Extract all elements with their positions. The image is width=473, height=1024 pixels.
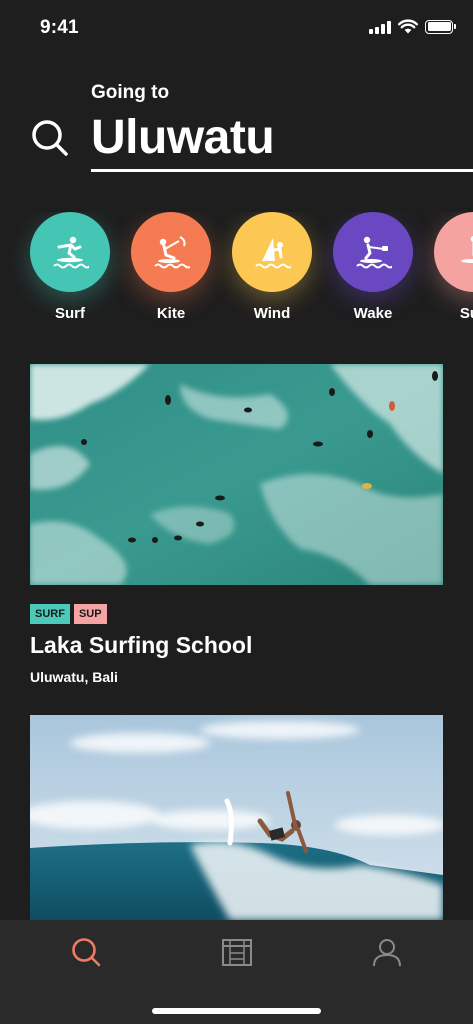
listing-title[interactable]: Laka Surfing School [30, 632, 443, 659]
tab-search[interactable] [66, 932, 106, 972]
listing-tags: SURF SUP [30, 604, 443, 624]
kitesurfer-icon [131, 212, 211, 292]
status-bar: 9:41 [0, 0, 473, 56]
listing-card[interactable] [30, 715, 443, 920]
category-label: Wake [353, 305, 393, 322]
search-icon[interactable] [71, 937, 101, 967]
bookings-icon[interactable] [221, 937, 253, 967]
category-label: Sup [459, 305, 473, 322]
windsurfer-icon [232, 212, 312, 292]
tab-bookings[interactable] [217, 932, 257, 972]
listing-image-surfer-wave[interactable] [30, 715, 443, 920]
wifi-icon [398, 19, 418, 34]
surfer-icon [30, 212, 110, 292]
category-sup[interactable]: Sup [434, 212, 473, 322]
category-carousel[interactable]: Surf Kite Wind Wake S [0, 212, 473, 327]
listing-location: Uluwatu, Bali [30, 669, 118, 685]
wakeboarder-icon [333, 212, 413, 292]
category-surf[interactable]: Surf [30, 212, 110, 322]
category-kite[interactable]: Kite [131, 212, 211, 322]
status-time: 9:41 [40, 17, 79, 38]
tab-profile[interactable] [367, 932, 407, 972]
destination-underline [91, 169, 473, 172]
battery-icon [425, 19, 456, 34]
category-label: Surf [55, 305, 85, 322]
tag-badge: SUP [73, 604, 107, 624]
home-indicator[interactable] [152, 1008, 321, 1014]
destination-search[interactable]: Going to Uluwatu [0, 70, 473, 180]
profile-icon[interactable] [372, 937, 402, 967]
paddleboarder-icon [434, 212, 473, 292]
cellular-signal-icon [369, 20, 391, 34]
destination-input[interactable]: Uluwatu [91, 110, 275, 166]
category-label: Kite [156, 305, 186, 322]
listing-image-aerial-ocean[interactable] [30, 364, 443, 585]
tag-badge: SURF [30, 604, 70, 624]
status-icons [369, 19, 456, 34]
going-to-label: Going to [91, 82, 170, 103]
listing-card[interactable]: SURF SUP Laka Surfing School Uluwatu, Ba… [30, 364, 443, 685]
category-label: Wind [253, 305, 291, 322]
category-wake[interactable]: Wake [333, 212, 413, 322]
search-icon[interactable] [30, 118, 70, 158]
category-wind[interactable]: Wind [232, 212, 312, 322]
